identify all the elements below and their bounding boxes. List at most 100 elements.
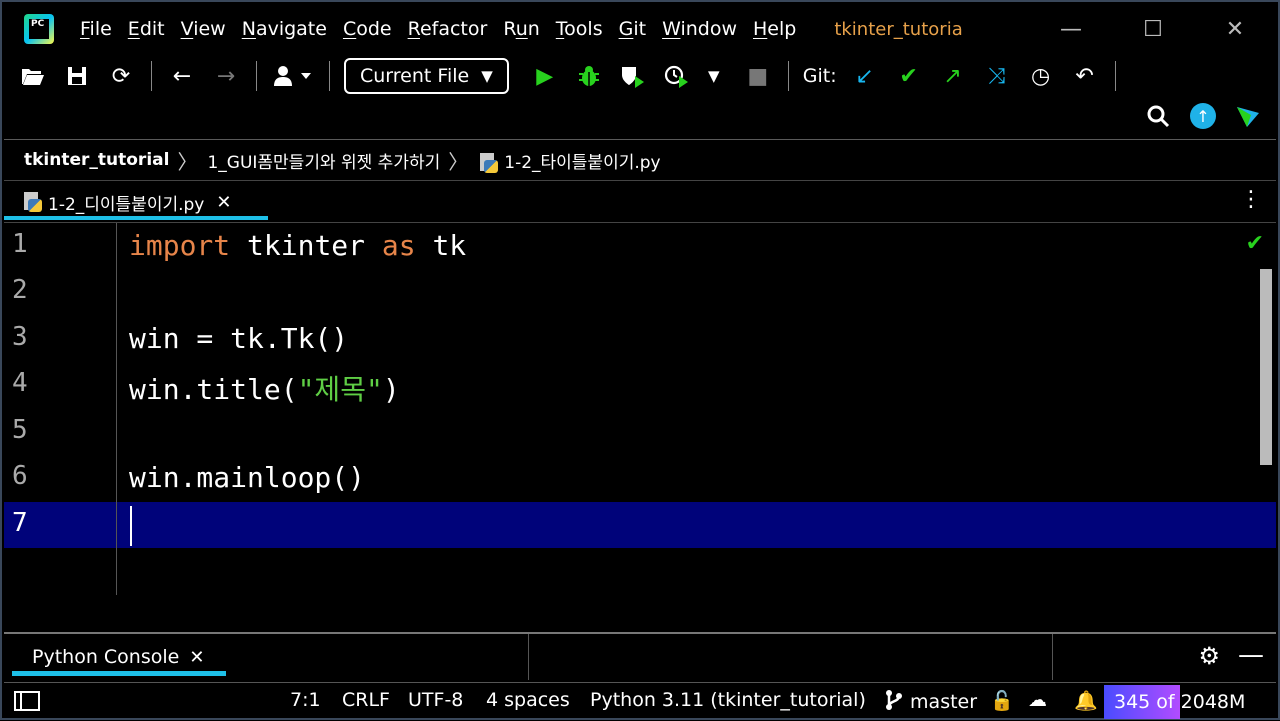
active-tab-indicator bbox=[4, 216, 268, 220]
minimize-icon[interactable]: — bbox=[1030, 9, 1112, 49]
line-separator[interactable]: CRLF bbox=[342, 689, 390, 711]
cloud-settings-icon[interactable]: ☁ bbox=[1028, 689, 1047, 711]
chevron-down-icon: ▼ bbox=[481, 67, 493, 85]
python-console-tab[interactable]: Python Console ✕ bbox=[32, 646, 204, 668]
hide-panel-icon[interactable]: — bbox=[1238, 640, 1264, 670]
git-merge-icon[interactable]: ⤨ bbox=[980, 59, 1014, 93]
open-folder-icon[interactable] bbox=[16, 59, 50, 93]
main-toolbar: ⟳ ← → Current File ▼ ▶ ▼ ■ Git: ↙ ✔ ↗ ⤨ … bbox=[4, 54, 1276, 98]
text-caret bbox=[130, 506, 132, 546]
menu-code[interactable]: Code bbox=[343, 18, 392, 40]
active-console-indicator bbox=[12, 671, 226, 676]
breadcrumb-separator-icon: 〉 bbox=[448, 149, 469, 174]
menu-git[interactable]: Git bbox=[619, 18, 646, 40]
maximize-icon[interactable]: ☐ bbox=[1112, 9, 1194, 49]
status-bar: 7:1 CRLF UTF-8 4 spaces Python 3.11 (tki… bbox=[4, 682, 1276, 721]
editor-tab-bar: 1-2_디이틀붙이기.py ✕ ⋮ bbox=[4, 180, 1276, 221]
caret-position[interactable]: 7:1 bbox=[290, 689, 321, 711]
forward-arrow-icon[interactable]: → bbox=[209, 59, 243, 93]
sync-icon[interactable]: ⟳ bbox=[104, 59, 138, 93]
line-gutter bbox=[4, 223, 117, 595]
code-text: win.title("제목") bbox=[129, 373, 400, 406]
toolbar-separator bbox=[787, 61, 789, 91]
menu-run[interactable]: Run bbox=[503, 18, 539, 40]
code-line[interactable]: 5 bbox=[4, 409, 1276, 455]
editor-tab[interactable]: 1-2_디이틀붙이기.py ✕ bbox=[22, 187, 231, 217]
branch-icon bbox=[886, 690, 902, 710]
tool-window-divider bbox=[1052, 634, 1053, 680]
logo-text: PC bbox=[29, 19, 49, 39]
back-arrow-icon[interactable]: ← bbox=[165, 59, 199, 93]
menu-window[interactable]: Window bbox=[662, 18, 737, 40]
git-update-icon[interactable]: ↙ bbox=[848, 59, 882, 93]
run-configuration-label: Current File bbox=[360, 65, 470, 87]
git-branch[interactable]: master bbox=[884, 689, 977, 713]
code-line[interactable]: 3 win = tk.Tk() bbox=[4, 316, 1276, 362]
run-coverage-icon[interactable] bbox=[616, 59, 650, 93]
close-console-icon[interactable]: ✕ bbox=[189, 647, 204, 668]
history-clock-icon[interactable]: ◷ bbox=[1024, 59, 1058, 93]
unlock-icon[interactable]: 🔓 bbox=[990, 689, 1014, 712]
indent-setting[interactable]: 4 spaces bbox=[486, 689, 570, 711]
code-text: win = tk.Tk() bbox=[129, 322, 349, 355]
git-commit-icon[interactable]: ✔ bbox=[892, 59, 926, 93]
user-dropdown-icon[interactable] bbox=[270, 59, 316, 93]
git-branch-label: master bbox=[910, 691, 978, 713]
stop-icon[interactable]: ■ bbox=[741, 59, 775, 93]
python-console-label: Python Console bbox=[32, 646, 180, 668]
breadcrumb-folder[interactable]: 1_GUI폼만들기와 위젯 추가하기 bbox=[207, 148, 440, 173]
run-configuration-select[interactable]: Current File ▼ bbox=[344, 58, 509, 94]
editor-scrollbar[interactable] bbox=[1260, 269, 1272, 465]
file-encoding[interactable]: UTF-8 bbox=[408, 689, 463, 711]
breadcrumb-file[interactable]: 1-2_타이틀붙이기.py bbox=[478, 148, 661, 173]
toolbar-separator bbox=[151, 61, 152, 91]
code-line[interactable]: 6 win.mainloop() bbox=[4, 455, 1276, 501]
code-line[interactable]: 1 import tkinter as tk bbox=[4, 223, 1276, 269]
rollback-icon[interactable]: ↶ bbox=[1068, 59, 1102, 93]
gear-icon[interactable]: ⚙ bbox=[1198, 642, 1220, 670]
python-file-icon bbox=[478, 152, 499, 173]
notifications-bell-icon[interactable]: 🔔 bbox=[1074, 689, 1098, 712]
project-title: tkinter_tutoria bbox=[834, 18, 963, 40]
menu-refactor[interactable]: Refactor bbox=[408, 18, 488, 40]
toolbar-right: ↑ bbox=[1136, 98, 1270, 134]
pycharm-logo-icon[interactable]: PC bbox=[24, 14, 54, 44]
current-code-line[interactable]: 7 bbox=[4, 502, 1276, 548]
tool-window-bar: Python Console ✕ ⚙ — bbox=[4, 632, 1276, 682]
debug-bug-icon[interactable] bbox=[572, 59, 606, 93]
code-line[interactable]: 4 win.title("제목") bbox=[4, 362, 1276, 408]
window-controls: — ☐ ✕ bbox=[1030, 6, 1276, 52]
menu-view[interactable]: View bbox=[181, 18, 226, 40]
python-interpreter[interactable]: Python 3.11 (tkinter_tutorial) bbox=[590, 689, 866, 711]
more-run-options-icon[interactable]: ▼ bbox=[704, 59, 724, 93]
breadcrumb: tkinter_tutorial 〉 1_GUI폼만들기와 위젯 추가하기 〉 … bbox=[4, 139, 1276, 180]
inspection-ok-check-icon[interactable]: ✔ bbox=[1246, 231, 1264, 256]
save-icon[interactable] bbox=[60, 59, 94, 93]
toggle-tool-windows-icon[interactable] bbox=[14, 691, 40, 711]
breadcrumb-file-label: 1-2_타이틀붙이기.py bbox=[504, 152, 661, 173]
breadcrumb-separator-icon: 〉 bbox=[177, 149, 198, 174]
code-with-me-icon[interactable] bbox=[1231, 99, 1265, 133]
code-text: win.mainloop() bbox=[129, 461, 366, 494]
code-text: import tkinter as tk bbox=[129, 229, 467, 262]
git-push-icon[interactable]: ↗ bbox=[936, 59, 970, 93]
code-line[interactable]: 2 bbox=[4, 269, 1276, 315]
menu-tools[interactable]: Tools bbox=[556, 18, 603, 40]
close-window-icon[interactable]: ✕ bbox=[1194, 9, 1276, 49]
breadcrumb-project[interactable]: tkinter_tutorial bbox=[24, 150, 169, 170]
menu-file[interactable]: File bbox=[80, 18, 112, 40]
close-tab-icon[interactable]: ✕ bbox=[216, 192, 231, 213]
profile-icon[interactable] bbox=[660, 59, 694, 93]
code-editor[interactable]: 1 import tkinter as tk 2 3 win = tk.Tk()… bbox=[4, 222, 1276, 595]
memory-indicator[interactable]: 345 of 2048M bbox=[1104, 685, 1272, 719]
search-icon[interactable] bbox=[1141, 99, 1175, 133]
run-icon[interactable]: ▶ bbox=[528, 59, 562, 93]
more-vertical-icon[interactable]: ⋮ bbox=[1240, 187, 1262, 212]
ide-update-icon[interactable]: ↑ bbox=[1190, 103, 1216, 129]
menu-navigate[interactable]: Navigate bbox=[242, 18, 327, 40]
toolbar-separator bbox=[1114, 61, 1116, 91]
menu-edit[interactable]: Edit bbox=[128, 18, 165, 40]
toolbar-separator bbox=[256, 61, 257, 91]
menu-help[interactable]: Help bbox=[753, 18, 796, 40]
editor-tab-label: 1-2_디이틀붙이기.py bbox=[48, 194, 205, 215]
